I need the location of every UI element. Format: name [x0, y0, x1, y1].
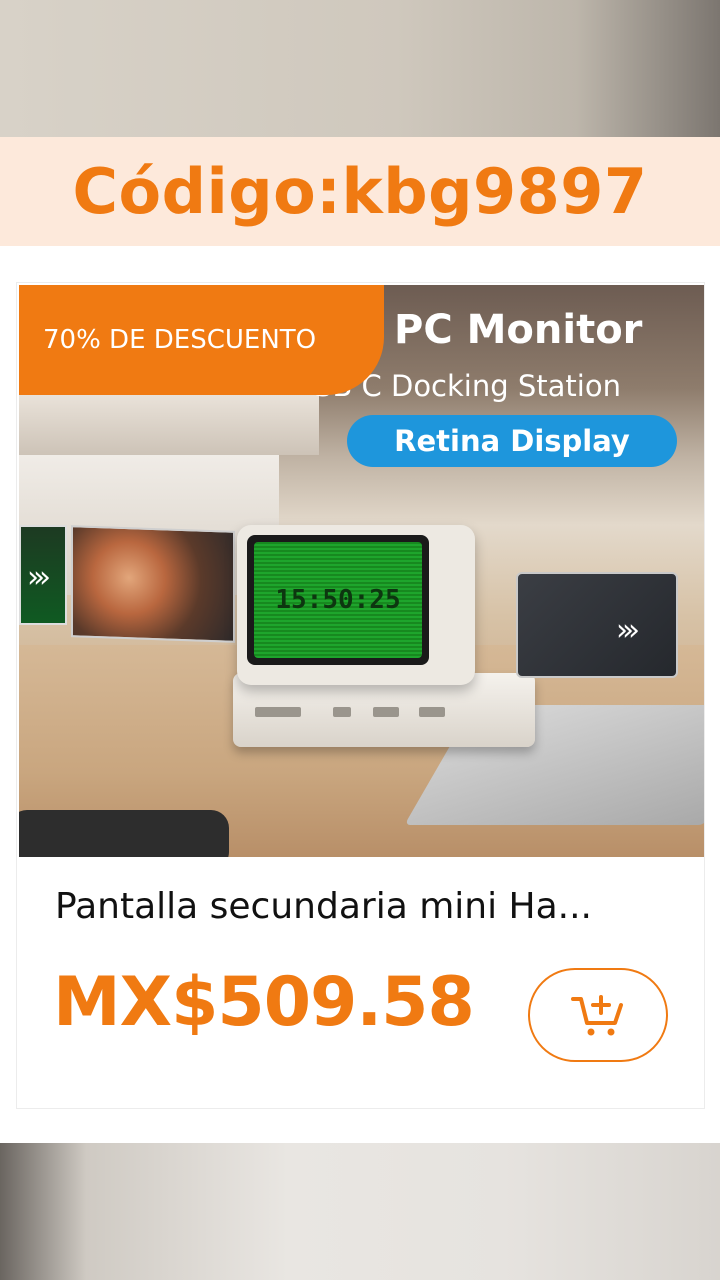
image-thumbnail-family	[71, 525, 235, 643]
product-title[interactable]: Pantalla secundaria mini Ha...	[55, 886, 665, 927]
image-thumbnail-stats	[516, 572, 678, 678]
product-image[interactable]: ››› 15:50:25 ››› PC Monitor SB C Docking…	[19, 285, 704, 857]
image-gamepad	[19, 810, 229, 857]
image-headline: PC Monitor	[394, 307, 643, 353]
retina-display-pill: Retina Display	[347, 415, 677, 467]
background-blur-bottom	[0, 1143, 720, 1280]
add-to-cart-icon	[571, 995, 623, 1036]
image-clock-text: 15:50:25	[275, 585, 401, 615]
product-price: MX$509.58	[53, 963, 475, 1042]
promo-code-text: Código:kbg9897	[72, 155, 648, 228]
chevrons-right-icon: ›››	[27, 560, 51, 595]
image-shelf	[19, 395, 319, 455]
chevrons-right-icon: ›››	[616, 613, 640, 648]
add-to-cart-button[interactable]	[528, 968, 668, 1062]
retina-display-label: Retina Display	[394, 424, 630, 458]
promo-code-banner: Código:kbg9897	[0, 137, 720, 246]
discount-badge: 70% DE DESCUENTO	[19, 285, 384, 395]
image-mini-monitor: 15:50:25	[237, 525, 475, 685]
discount-badge-text: 70% DE DESCUENTO	[43, 325, 317, 355]
background-blur-top	[0, 0, 720, 137]
product-card[interactable]: ››› 15:50:25 ››› PC Monitor SB C Docking…	[16, 282, 705, 1109]
